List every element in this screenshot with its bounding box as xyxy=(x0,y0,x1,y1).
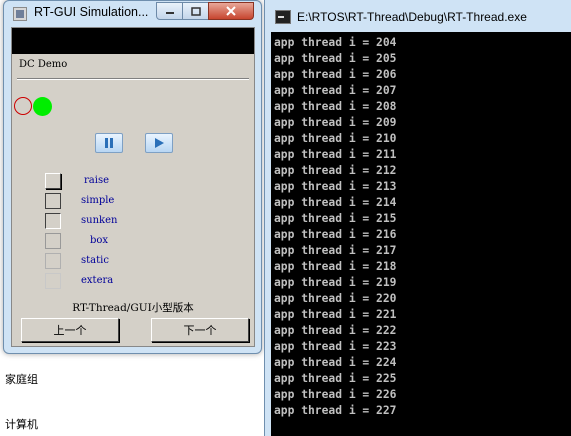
static-label: static xyxy=(81,255,109,266)
raise-label: raise xyxy=(84,175,109,186)
box-style-box xyxy=(45,233,61,249)
close-icon xyxy=(226,6,236,16)
console-line: app thread i = 219 xyxy=(274,276,397,289)
console-window: E:\RTOS\RT-Thread\Debug\RT-Thread.exe ap… xyxy=(264,0,571,436)
console-line: app thread i = 224 xyxy=(274,356,397,369)
app-icon xyxy=(13,7,27,21)
pause-button[interactable] xyxy=(95,133,123,153)
console-line: app thread i = 223 xyxy=(274,340,397,353)
console-line: app thread i = 210 xyxy=(274,132,397,145)
console-line: app thread i = 204 xyxy=(274,36,397,49)
console-line: app thread i = 205 xyxy=(274,52,397,65)
minimize-icon xyxy=(165,12,174,14)
console-line: app thread i = 211 xyxy=(274,148,397,161)
red-circle-outline xyxy=(14,97,32,115)
window-title: RT-GUI Simulation... xyxy=(34,5,149,19)
separator-line xyxy=(17,78,249,80)
rtgui-window: RT-GUI Simulation... DC Demo raise simpl… xyxy=(3,0,262,354)
console-line: app thread i = 217 xyxy=(274,244,397,257)
footer-caption: RT-Thread/GUI小型版本 xyxy=(72,302,194,314)
console-line: app thread i = 225 xyxy=(274,372,397,385)
console-line: app thread i = 218 xyxy=(274,260,397,273)
console-lines: app thread i = 204 app thread i = 205 app … xyxy=(274,35,396,419)
console-line: app thread i = 221 xyxy=(274,308,397,321)
desktop-item-computer[interactable]: 计算机 xyxy=(5,416,38,432)
console-line: app thread i = 212 xyxy=(274,164,397,177)
maximize-button[interactable] xyxy=(182,2,209,20)
pause-icon xyxy=(105,138,113,148)
console-line: app thread i = 226 xyxy=(274,388,397,401)
green-circle-filled xyxy=(33,97,52,116)
console-output[interactable]: app thread i = 204 app thread i = 205 app … xyxy=(271,32,571,436)
next-button[interactable]: 下一个 xyxy=(151,318,249,342)
prev-button[interactable]: 上一个 xyxy=(21,318,119,342)
static-style-box xyxy=(45,253,61,269)
console-line: app thread i = 220 xyxy=(274,292,397,305)
box-label: box xyxy=(90,235,109,246)
play-icon xyxy=(155,138,164,148)
sunken-label: sunken xyxy=(81,215,118,226)
raise-style-box xyxy=(45,173,61,189)
console-icon xyxy=(275,10,291,24)
console-line: app thread i = 213 xyxy=(274,180,397,193)
console-line: app thread i = 215 xyxy=(274,212,397,225)
simple-label: simple xyxy=(81,195,115,206)
desktop-item-homegroup[interactable]: 家庭组 xyxy=(5,371,38,387)
console-line: app thread i = 207 xyxy=(274,84,397,97)
rtgui-titlebar[interactable]: RT-GUI Simulation... xyxy=(4,1,261,27)
console-line: app thread i = 222 xyxy=(274,324,397,337)
console-title: E:\RTOS\RT-Thread\Debug\RT-Thread.exe xyxy=(297,10,527,24)
simple-style-box xyxy=(45,193,61,209)
console-line: app thread i = 214 xyxy=(274,196,397,209)
close-button[interactable] xyxy=(208,2,254,20)
play-button[interactable] xyxy=(145,133,173,153)
console-line: app thread i = 206 xyxy=(274,68,397,81)
minimize-button[interactable] xyxy=(156,2,183,20)
console-line: app thread i = 208 xyxy=(274,100,397,113)
console-line: app thread i = 209 xyxy=(274,116,397,129)
maximize-icon xyxy=(190,6,201,16)
dc-demo-label: DC Demo xyxy=(19,59,68,70)
extera-style-box xyxy=(45,273,61,289)
extera-label: extera xyxy=(81,275,114,286)
console-line: app thread i = 227 xyxy=(274,404,397,417)
console-line: app thread i = 216 xyxy=(274,228,397,241)
sunken-style-box xyxy=(45,213,61,229)
rtgui-client-area: DC Demo raise simple sunken box static e… xyxy=(11,27,255,347)
black-banner xyxy=(12,28,254,54)
